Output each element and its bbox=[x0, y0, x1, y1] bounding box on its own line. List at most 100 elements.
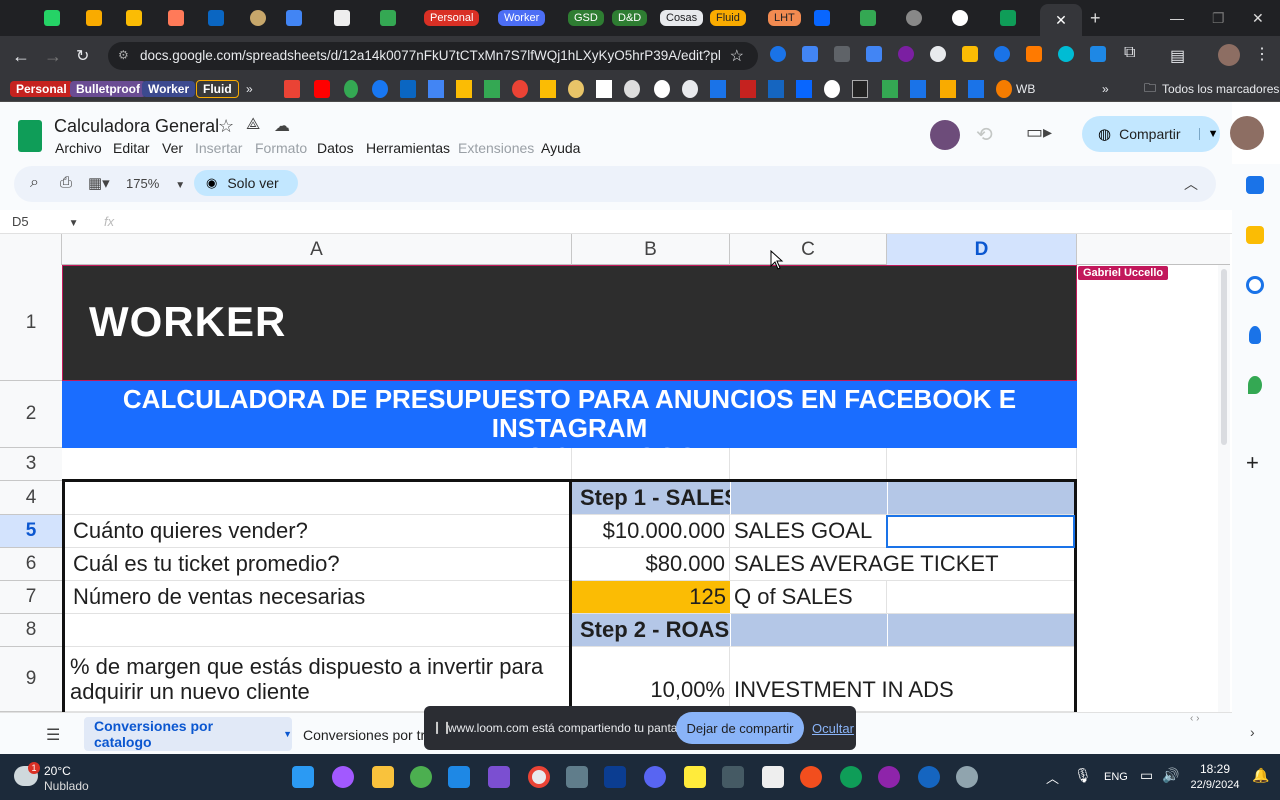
bookmark-icon[interactable] bbox=[968, 80, 984, 98]
cell-a8[interactable] bbox=[65, 614, 569, 647]
tab-notion[interactable] bbox=[334, 6, 350, 30]
file-explorer-icon[interactable] bbox=[372, 766, 394, 788]
calculator-icon[interactable] bbox=[566, 766, 588, 788]
puzzle-extensions-icon[interactable]: ⧉ bbox=[1124, 44, 1135, 62]
user-avatar[interactable] bbox=[1230, 116, 1264, 150]
bookmarks-overflow-left[interactable]: » bbox=[246, 80, 253, 98]
bookmark-bulletproof[interactable]: Bulletproof bbox=[70, 80, 146, 98]
history-icon[interactable]: ⟲ bbox=[976, 122, 993, 147]
column-header-b[interactable]: B bbox=[572, 234, 730, 265]
brand-banner[interactable]: WORKER bbox=[62, 265, 1077, 381]
figma-icon[interactable] bbox=[800, 766, 822, 788]
tab-meta[interactable] bbox=[814, 6, 830, 30]
question-margin[interactable]: % de margen que estás dispuesto a invert… bbox=[65, 647, 569, 712]
visual-studio-icon[interactable] bbox=[488, 766, 510, 788]
all-bookmarks[interactable]: 🗀 Todos los marcadores bbox=[1144, 80, 1279, 98]
cell-a3[interactable] bbox=[62, 448, 572, 481]
step2-header[interactable]: Step 2 - ROAS bbox=[572, 614, 730, 647]
browser-menu-icon[interactable]: ⋮ bbox=[1254, 44, 1270, 64]
taskbar-app-icon[interactable] bbox=[918, 766, 940, 788]
volume-icon[interactable]: 🔊 bbox=[1162, 767, 1179, 784]
analytics-icon[interactable] bbox=[940, 80, 956, 98]
openai-icon[interactable] bbox=[682, 80, 698, 98]
label-sales-needed[interactable]: Q of SALES bbox=[730, 581, 887, 614]
bookmark-star-icon[interactable]: ☆ bbox=[730, 46, 744, 66]
bookmark-personal[interactable]: Personal bbox=[10, 80, 73, 98]
bookmark-icon[interactable] bbox=[654, 80, 670, 98]
site-info-icon[interactable]: ⚙ bbox=[118, 48, 129, 62]
menu-ver[interactable]: Ver bbox=[162, 140, 183, 156]
value-sales-needed[interactable]: 125 bbox=[572, 581, 730, 614]
tab-group-dd[interactable]: D&D bbox=[612, 6, 648, 30]
vertical-scrollbar[interactable] bbox=[1218, 265, 1230, 712]
tab-group-gsd[interactable]: GSD bbox=[568, 6, 604, 30]
chevron-down-icon[interactable]: ▼ bbox=[283, 729, 292, 739]
new-tab-icon[interactable]: + bbox=[1090, 6, 1101, 30]
tab-loom[interactable] bbox=[952, 6, 968, 30]
tab-group-fluid[interactable]: Fluid bbox=[710, 6, 746, 30]
tab-hubspot[interactable] bbox=[168, 6, 184, 30]
clock-time[interactable]: 18:29 bbox=[1188, 762, 1242, 776]
bookmark-wb[interactable]: WB bbox=[1016, 80, 1035, 98]
extension-icon[interactable] bbox=[1026, 46, 1042, 62]
sheets-logo-icon[interactable] bbox=[18, 120, 42, 152]
view-options-icon[interactable]: ▦▾ bbox=[88, 174, 110, 192]
meta-icon[interactable] bbox=[796, 80, 812, 98]
keep-icon[interactable] bbox=[1246, 226, 1264, 244]
menu-extensiones[interactable]: Extensiones bbox=[458, 140, 534, 156]
row-header-2[interactable]: 2 bbox=[0, 381, 62, 448]
collapse-menu-icon[interactable]: ︿ bbox=[1184, 174, 1198, 194]
bookmark-icon[interactable] bbox=[996, 80, 1012, 98]
taskbar-app-icon[interactable] bbox=[878, 766, 900, 788]
bookmark-fluid[interactable]: Fluid bbox=[196, 80, 239, 98]
copilot-icon[interactable] bbox=[332, 766, 354, 788]
settings-icon[interactable] bbox=[956, 766, 978, 788]
column-header-c[interactable]: C bbox=[730, 234, 887, 265]
address-bar[interactable]: ⚙ docs.google.com/spreadsheets/d/12a14k0… bbox=[108, 42, 758, 70]
tab-openai[interactable] bbox=[906, 6, 922, 30]
tab-group-lht[interactable]: LHT bbox=[768, 6, 801, 30]
share-button[interactable]: ◍ Compartir ▼ bbox=[1082, 116, 1220, 152]
facebook-icon[interactable] bbox=[372, 80, 388, 98]
sheet-tab-active[interactable]: Conversiones por catalogo ▼ bbox=[84, 717, 292, 751]
forward-icon[interactable]: → bbox=[44, 46, 62, 67]
taskbar-app-icon[interactable] bbox=[410, 766, 432, 788]
extension-icon[interactable] bbox=[930, 46, 946, 62]
notifications-icon[interactable]: 🔔 bbox=[1252, 767, 1269, 784]
tab-sheets[interactable] bbox=[1000, 6, 1016, 30]
maps-icon[interactable] bbox=[1248, 376, 1262, 394]
active-tab[interactable]: ✕ bbox=[1040, 4, 1082, 36]
label-sales-goal[interactable]: SALES GOAL bbox=[730, 515, 887, 548]
sheet-tab[interactable]: Conversiones por tr bbox=[303, 727, 425, 743]
cell-a4[interactable] bbox=[65, 482, 569, 515]
cell-d8[interactable] bbox=[887, 614, 1074, 647]
all-sheets-menu-icon[interactable]: ☰ bbox=[46, 725, 60, 745]
bookmark-icon[interactable] bbox=[824, 80, 840, 98]
extension-icon[interactable] bbox=[1090, 46, 1106, 62]
value-average-ticket[interactable]: $80.000 bbox=[572, 548, 730, 581]
bookmark-icon[interactable] bbox=[768, 80, 784, 98]
edge-icon[interactable] bbox=[840, 766, 862, 788]
tab-group-worker[interactable]: Worker bbox=[498, 6, 546, 30]
drive-icon[interactable] bbox=[456, 80, 472, 98]
extension-icon[interactable] bbox=[994, 46, 1010, 62]
question-average-ticket[interactable]: Cuál es tu ticket promedio? bbox=[65, 548, 569, 581]
cell-b3[interactable] bbox=[572, 448, 730, 481]
youtube-icon[interactable] bbox=[314, 80, 330, 98]
name-box[interactable]: D5 ▼ bbox=[12, 214, 79, 229]
back-icon[interactable]: ← bbox=[12, 46, 30, 67]
bookmarks-overflow-right[interactable]: » bbox=[1102, 80, 1109, 98]
stop-sharing-button[interactable]: Dejar de compartir bbox=[676, 712, 804, 744]
value-sales-goal[interactable]: $10.000.000 bbox=[572, 515, 730, 548]
cloud-status-icon[interactable]: ☁ bbox=[274, 116, 290, 136]
row-header-7[interactable]: 7 bbox=[0, 581, 62, 614]
tab-docs[interactable] bbox=[286, 6, 302, 30]
row-header-1[interactable]: 1 bbox=[0, 265, 62, 381]
steam-icon[interactable] bbox=[604, 766, 626, 788]
zoom-select[interactable]: 175% ▼ bbox=[126, 176, 185, 191]
tab-group-cosas[interactable]: Cosas bbox=[660, 6, 704, 30]
tasks-icon[interactable] bbox=[1246, 276, 1264, 294]
label-average-ticket[interactable]: SALES AVERAGE TICKET bbox=[730, 548, 1074, 581]
cell-d5-selected[interactable] bbox=[886, 515, 1075, 548]
expand-panel-icon[interactable]: › bbox=[1250, 724, 1255, 740]
